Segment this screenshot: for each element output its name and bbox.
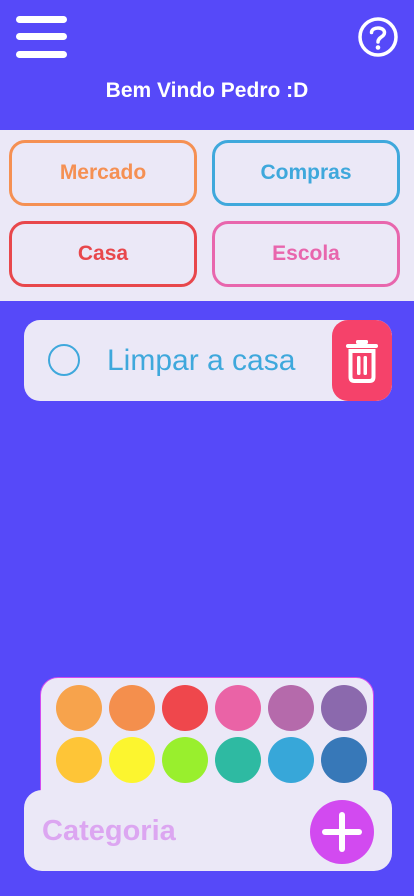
new-category-bar	[24, 790, 392, 873]
color-swatch[interactable]	[162, 685, 208, 731]
welcome-title: Bem Vindo Pedro :D	[105, 79, 309, 102]
add-category-button[interactable]	[310, 800, 374, 864]
category-button-mercado[interactable]: Mercado	[9, 140, 197, 206]
task-text: Limpar a casa	[107, 344, 296, 377]
category-button-compras[interactable]: Compras	[212, 140, 400, 206]
color-swatch[interactable]	[109, 737, 155, 783]
task-item: Limpar a casa	[24, 320, 392, 401]
delete-task-button[interactable]	[332, 320, 392, 401]
hamburger-menu-icon[interactable]	[16, 16, 67, 58]
color-swatch[interactable]	[321, 685, 367, 731]
color-swatch[interactable]	[321, 737, 367, 783]
category-button-casa[interactable]: Casa	[9, 221, 197, 287]
color-swatch[interactable]	[268, 737, 314, 783]
color-swatch[interactable]	[56, 737, 102, 783]
category-button-escola[interactable]: Escola	[212, 221, 400, 287]
category-grid: Mercado Compras Casa Escola	[0, 130, 414, 301]
menu-bar	[16, 16, 67, 23]
menu-bar	[16, 33, 67, 40]
app-header: Bem Vindo Pedro :D	[0, 0, 414, 130]
question-circle-icon[interactable]	[357, 16, 399, 58]
plus-icon	[322, 812, 362, 852]
color-swatch[interactable]	[215, 685, 261, 731]
trash-icon	[346, 339, 378, 383]
color-swatch[interactable]	[215, 737, 261, 783]
color-swatch[interactable]	[268, 685, 314, 731]
menu-bar	[16, 51, 67, 58]
color-swatch[interactable]	[109, 685, 155, 731]
color-swatch[interactable]	[162, 737, 208, 783]
color-swatch[interactable]	[56, 685, 102, 731]
task-checkbox[interactable]	[48, 344, 80, 376]
category-input[interactable]	[40, 790, 314, 873]
